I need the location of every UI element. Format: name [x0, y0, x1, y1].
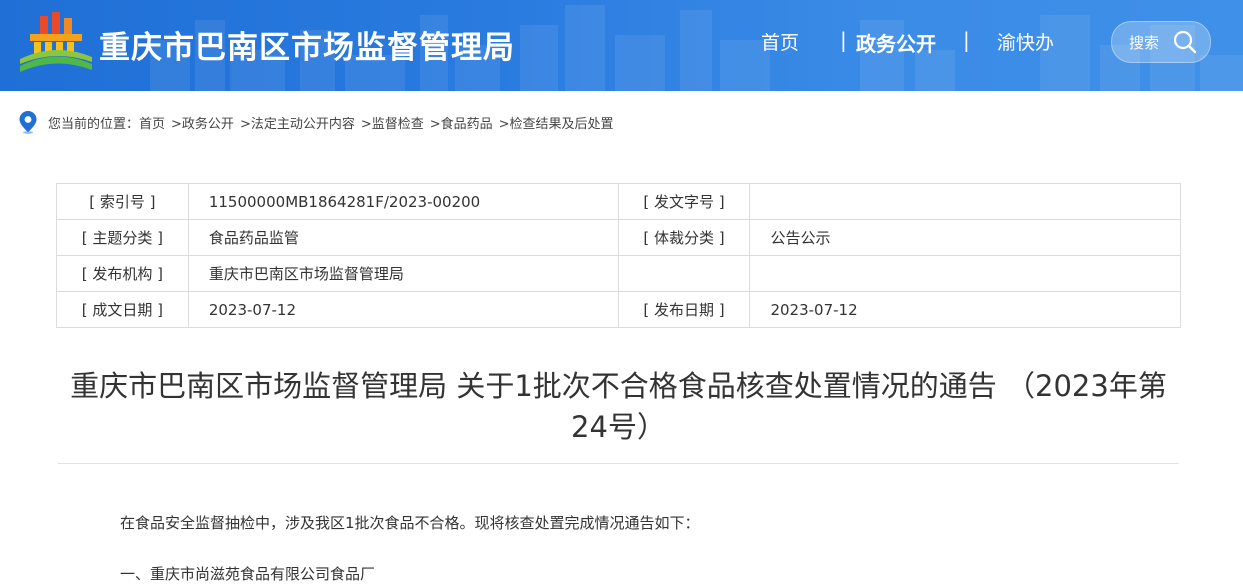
meta-label: [ 发布机构 ] — [56, 255, 189, 292]
search-icon — [1173, 30, 1197, 54]
breadcrumb-item-home[interactable]: 首页 — [139, 113, 165, 132]
nav-separator: | — [840, 28, 847, 52]
meta-value: 重庆市巴南区市场监督管理局 — [187, 255, 619, 292]
meta-label: [ 成文日期 ] — [56, 291, 189, 328]
search-button[interactable]: 搜索 — [1111, 21, 1211, 63]
meta-value: 2023-07-12 — [749, 291, 1181, 328]
article-title-line: 24号） — [571, 410, 666, 444]
article-paragraph: 一、重庆市尚滋苑食品有限公司食品厂 — [120, 565, 376, 583]
document-metadata-table: [ 索引号 ] 11500000MB1864281F/2023-00200 [ … — [56, 183, 1181, 328]
site-header: 重庆市巴南区市场监督管理局 首页 | 政务公开 | 渝快办 搜索 — [0, 0, 1243, 91]
breadcrumb-item-statutory-disclosure[interactable]: >法定主动公开内容 — [240, 113, 355, 132]
article-paragraph: 在食品安全监督抽检中，涉及我区1批次食品不合格。现将核查处置完成情况通告如下： — [120, 514, 700, 532]
nav-yukuaiban-link[interactable]: 渝快办 — [997, 28, 1054, 58]
meta-label: [ 发文字号 ] — [617, 183, 751, 220]
breadcrumb-prefix: 您当前的位置： — [48, 116, 140, 132]
nav-separator: | — [963, 28, 970, 52]
table-row: [ 成文日期 ] 2023-07-12 [ 发布日期 ] 2023-07-12 — [56, 291, 1181, 328]
meta-value — [749, 183, 1181, 220]
article-title-line: 重庆市巴南区市场监督管理局 关于1批次不合格食品核查处置情况的通告 （2023年… — [70, 369, 1167, 403]
breadcrumb-item-supervision[interactable]: >监督检查 — [361, 113, 424, 132]
meta-value: 食品药品监管 — [187, 219, 619, 256]
meta-label: [ 主题分类 ] — [56, 219, 189, 256]
meta-label: [ 发布日期 ] — [617, 291, 751, 328]
site-title[interactable]: 重庆市巴南区市场监督管理局 — [99, 22, 515, 67]
table-row: [ 发布机构 ] 重庆市巴南区市场监督管理局 — [56, 255, 1181, 292]
table-row: [ 主题分类 ] 食品药品监管 [ 体裁分类 ] 公告公示 — [56, 219, 1181, 256]
meta-label — [617, 255, 751, 292]
title-divider — [58, 463, 1179, 464]
breadcrumb: 您当前的位置： 首页 >政务公开 >法定主动公开内容 >监督检查 >食品药品 >… — [18, 110, 620, 134]
article-title: 重庆市巴南区市场监督管理局 关于1批次不合格食品核查处置情况的通告 （2023年… — [56, 366, 1181, 448]
breadcrumb-item-gov-affairs[interactable]: >政务公开 — [171, 113, 234, 132]
meta-label: [ 索引号 ] — [56, 183, 189, 220]
meta-value: 公告公示 — [749, 219, 1181, 256]
meta-value: 11500000MB1864281F/2023-00200 — [187, 183, 619, 220]
breadcrumb-item-inspection-results[interactable]: >检查结果及后处置 — [499, 113, 614, 132]
search-button-label: 搜索 — [1129, 34, 1160, 52]
breadcrumb-item-food-drugs[interactable]: >食品药品 — [430, 113, 493, 132]
nav-gov-affairs-link[interactable]: 政务公开 — [856, 28, 936, 58]
site-logo — [20, 12, 92, 72]
nav-home-link[interactable]: 首页 — [761, 28, 799, 58]
table-row: [ 索引号 ] 11500000MB1864281F/2023-00200 [ … — [56, 183, 1181, 220]
meta-value — [749, 255, 1181, 292]
meta-label: [ 体裁分类 ] — [617, 219, 751, 256]
meta-value: 2023-07-12 — [187, 291, 619, 328]
location-pin-icon — [19, 111, 37, 134]
